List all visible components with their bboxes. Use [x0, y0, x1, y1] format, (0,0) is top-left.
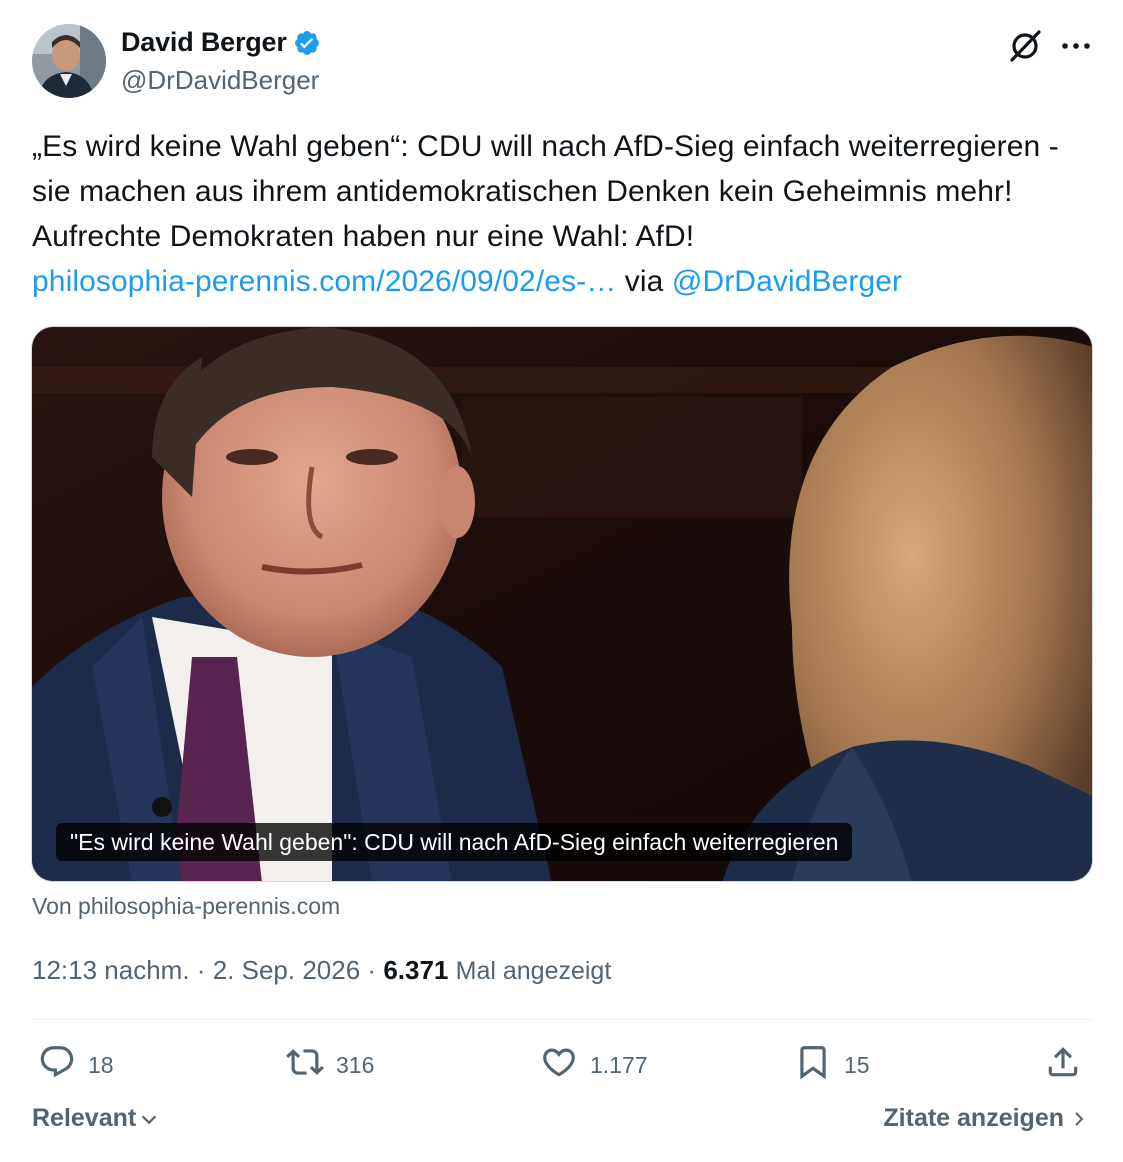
meta-separator: · — [196, 955, 206, 985]
avatar[interactable] — [32, 24, 106, 98]
replies-footer: Relevant Zitate anzeigen — [32, 1104, 1092, 1144]
bookmark-icon — [794, 1043, 832, 1087]
tweet-text: „Es wird keine Wahl geben“: CDU will nac… — [32, 124, 1094, 304]
card-image — [32, 327, 1092, 881]
via-label: via — [624, 265, 664, 298]
bookmark-button[interactable]: 15 — [794, 1040, 870, 1090]
author-display-name[interactable]: David Berger — [121, 27, 287, 58]
repost-icon — [286, 1043, 324, 1087]
like-button[interactable]: 1.177 — [540, 1040, 648, 1090]
chevron-right-icon — [1070, 1108, 1088, 1130]
link-card[interactable]: "Es wird keine Wahl geben": CDU will nac… — [31, 326, 1093, 882]
tweet-meta: 12:13 nachm. · 2. Sep. 2026 · 6.371 Mal … — [32, 955, 611, 986]
author-handle[interactable]: @DrDavidBerger — [121, 65, 319, 96]
reply-icon — [38, 1043, 76, 1087]
like-icon — [540, 1043, 578, 1087]
repost-count: 316 — [336, 1051, 375, 1078]
bookmark-count: 15 — [844, 1051, 870, 1078]
sort-label: Relevant — [32, 1104, 137, 1132]
verified-icon — [293, 29, 321, 57]
tweet-time[interactable]: 12:13 nachm. — [32, 955, 190, 985]
chevron-down-icon — [138, 1108, 160, 1130]
meta-separator: · — [367, 955, 377, 985]
card-caption: "Es wird keine Wahl geben": CDU will nac… — [56, 823, 853, 861]
tweet-header: David Berger @DrDavidBerger — [32, 22, 1092, 102]
divider — [32, 1019, 1092, 1020]
article-link[interactable]: philosophia-perennis.com/2026/09/02/es-… — [32, 265, 616, 298]
sort-dropdown[interactable]: Relevant — [32, 1104, 160, 1133]
like-count: 1.177 — [590, 1051, 648, 1078]
mention-link[interactable]: @DrDavidBerger — [672, 265, 902, 298]
reply-button[interactable]: 18 — [38, 1040, 114, 1090]
more-icon[interactable] — [1056, 26, 1096, 66]
quotes-label: Zitate anzeigen — [883, 1104, 1064, 1132]
card-source[interactable]: Von philosophia-perennis.com — [32, 893, 340, 920]
tweet-body: „Es wird keine Wahl geben“: CDU will nac… — [32, 130, 1059, 253]
share-button[interactable] — [1044, 1040, 1082, 1090]
tweet-date[interactable]: 2. Sep. 2026 — [213, 955, 360, 985]
reply-count: 18 — [88, 1051, 114, 1078]
view-quotes-link[interactable]: Zitate anzeigen — [883, 1104, 1088, 1133]
grok-icon[interactable] — [1006, 26, 1046, 66]
share-icon — [1044, 1043, 1082, 1087]
repost-button[interactable]: 316 — [286, 1040, 374, 1090]
views-label: Mal angezeigt — [455, 957, 612, 985]
action-bar: 18 316 1.177 15 — [32, 1040, 1092, 1090]
views-count: 6.371 — [383, 955, 449, 985]
